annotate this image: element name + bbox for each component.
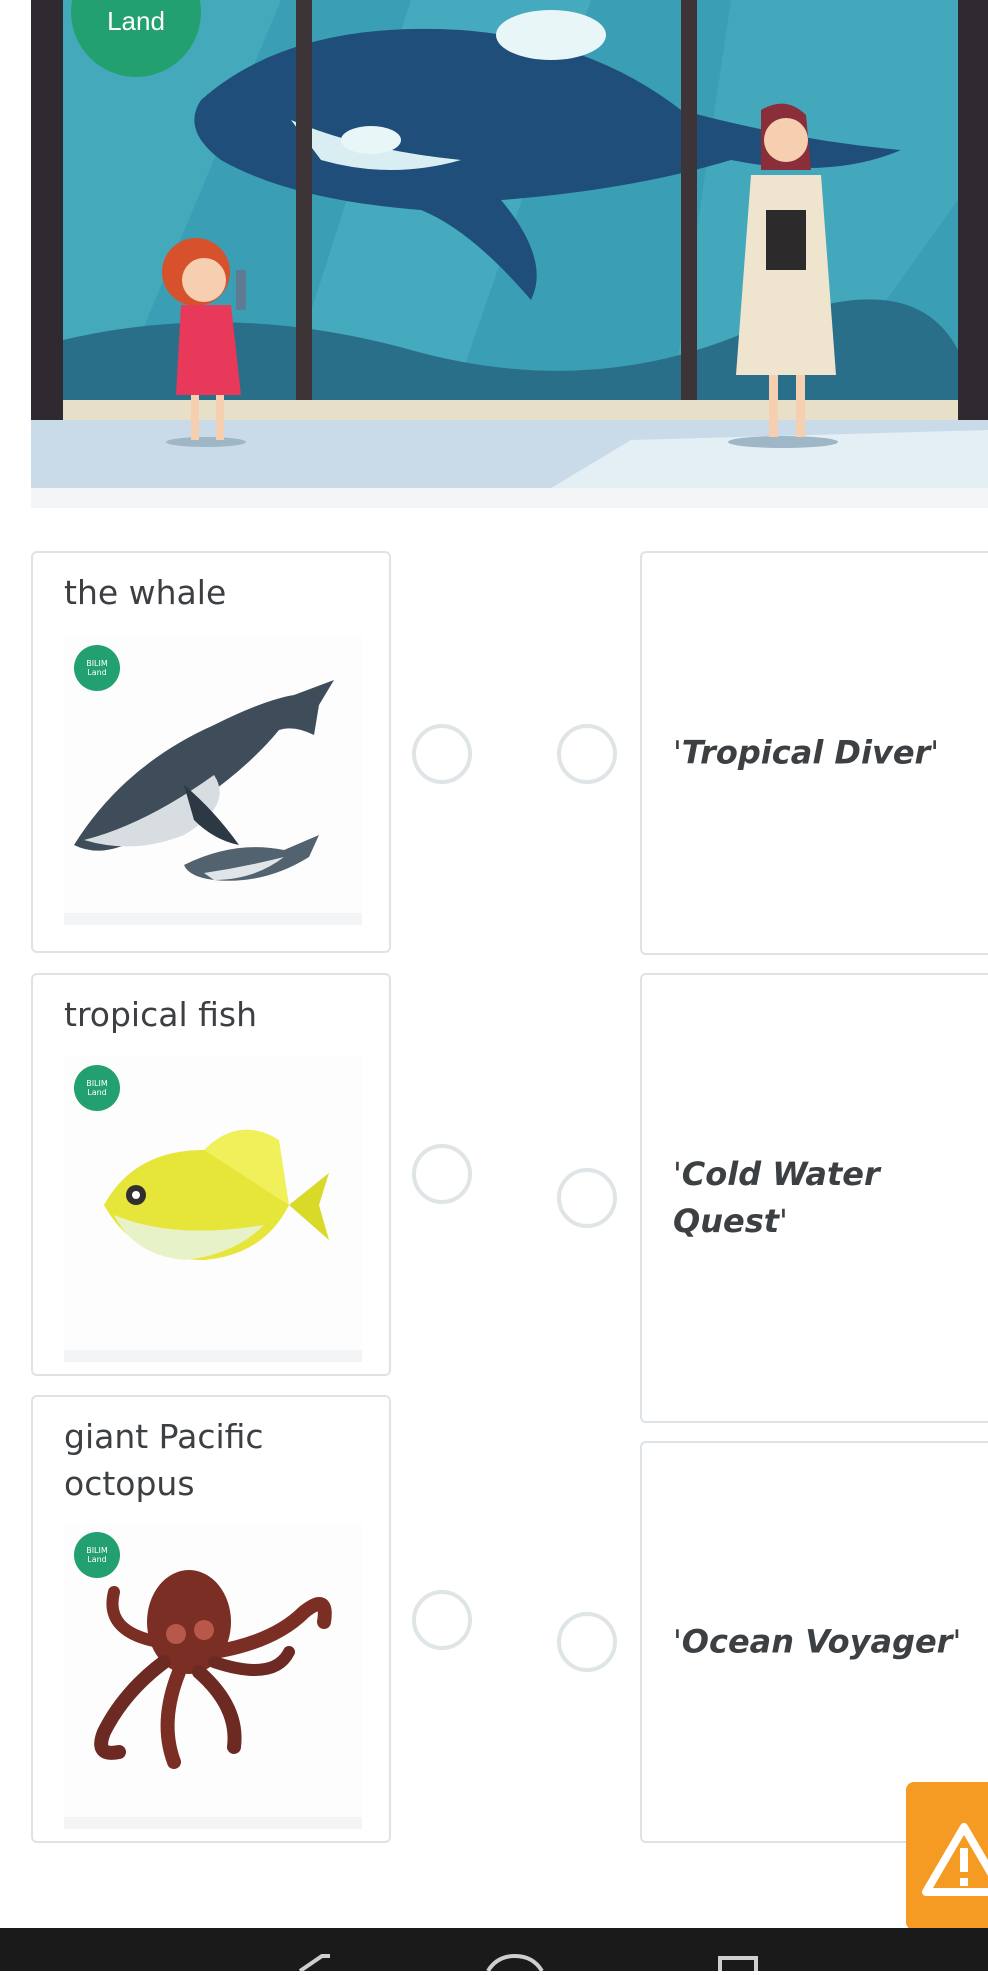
match-radio-left-whale[interactable] — [412, 724, 472, 784]
match-answer-text: 'Cold Water Quest' — [673, 1155, 880, 1240]
brand-badge-icon: BILIM Land — [74, 645, 120, 691]
match-radio-right-ocean-voyager[interactable] — [557, 1612, 617, 1672]
hero-brand-text: Land — [107, 6, 165, 36]
match-item-whale[interactable]: the whale BILIM Land — [31, 551, 391, 953]
warning-icon — [922, 1823, 988, 1896]
match-item-octopus[interactable]: giant Pacific octopus BILIM Land — [31, 1395, 391, 1843]
whale-image: BILIM Land — [64, 635, 362, 925]
match-item-label: giant Pacific octopus — [64, 1417, 264, 1503]
match-item-tropical-fish[interactable]: tropical fish BILIM Land — [31, 973, 391, 1376]
match-radio-left-tropical-fish[interactable] — [412, 1144, 472, 1204]
hero-illustration: Land — [31, 0, 988, 508]
home-icon — [486, 1953, 544, 1973]
match-answer-tropical-diver[interactable]: 'Tropical Diver' — [640, 551, 988, 955]
match-radio-left-octopus[interactable] — [412, 1590, 472, 1650]
system-nav-bar — [0, 1928, 988, 1975]
octopus-image: BILIM Land — [64, 1522, 362, 1829]
match-item-label: tropical fish — [64, 995, 258, 1034]
tropical-fish-image: BILIM Land — [64, 1055, 362, 1362]
brand-badge-icon: BILIM Land — [74, 1532, 120, 1578]
brand-badge-icon: BILIM Land — [74, 1065, 120, 1111]
match-radio-right-cold-water-quest[interactable] — [557, 1168, 617, 1228]
match-answer-text: 'Tropical Diver' — [673, 733, 940, 772]
match-answer-text: 'Ocean Voyager' — [673, 1622, 962, 1661]
match-item-label: the whale — [64, 573, 227, 612]
recents-icon — [718, 1956, 758, 1975]
report-warning-button[interactable] — [906, 1782, 988, 1930]
match-answer-cold-water-quest[interactable]: 'Cold Water Quest' — [640, 973, 988, 1423]
back-icon — [298, 1954, 330, 1973]
match-radio-right-tropical-diver[interactable] — [557, 724, 617, 784]
